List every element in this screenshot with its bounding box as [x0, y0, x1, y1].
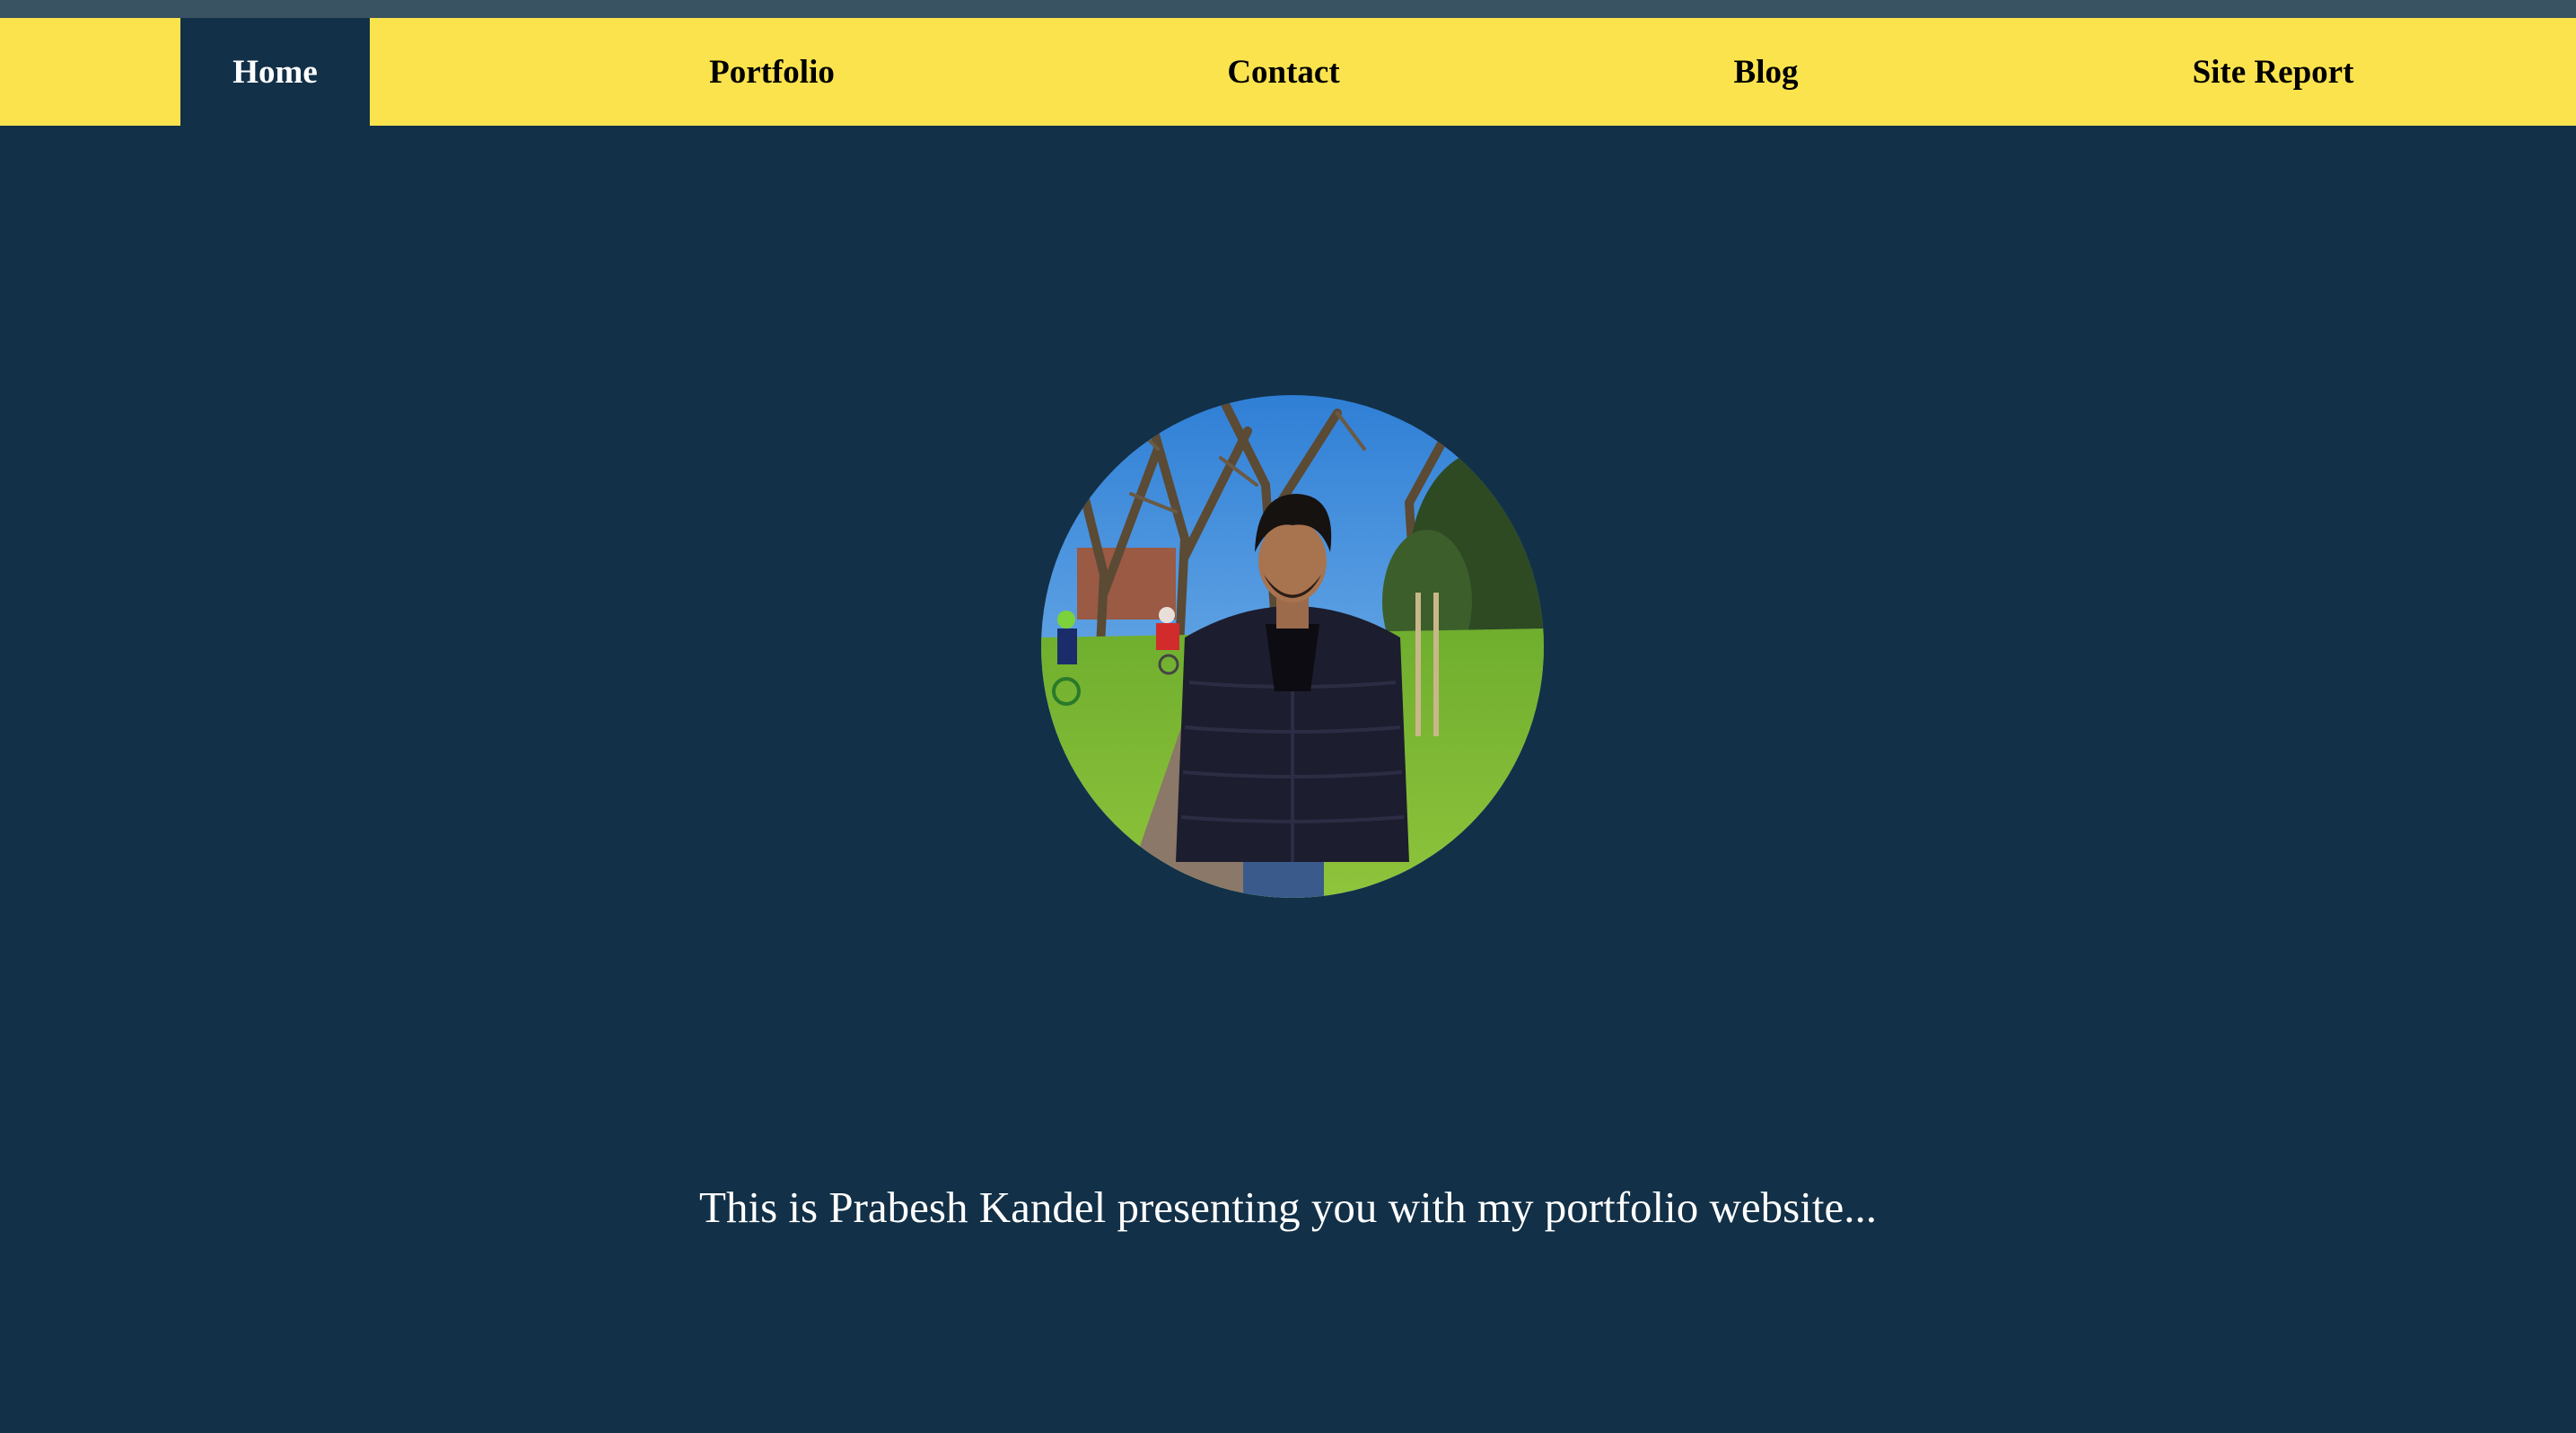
top-strip [0, 0, 2576, 18]
nav-item-home[interactable]: Home [180, 18, 370, 126]
profile-photo-image [1041, 395, 1544, 898]
nav-item-contact[interactable]: Contact [1203, 18, 1364, 126]
intro-text: This is Prabesh Kandel presenting you wi… [699, 1182, 1877, 1232]
nav-item-portfolio[interactable]: Portfolio [682, 18, 862, 126]
nav-item-blog[interactable]: Blog [1696, 18, 1836, 126]
page: Home Portfolio Contact Blog Site Report [0, 0, 2576, 1433]
profile-photo [1041, 395, 1544, 898]
main-navigation: Home Portfolio Contact Blog Site Report [0, 18, 2576, 126]
nav-item-site-report[interactable]: Site Report [2172, 18, 2374, 126]
